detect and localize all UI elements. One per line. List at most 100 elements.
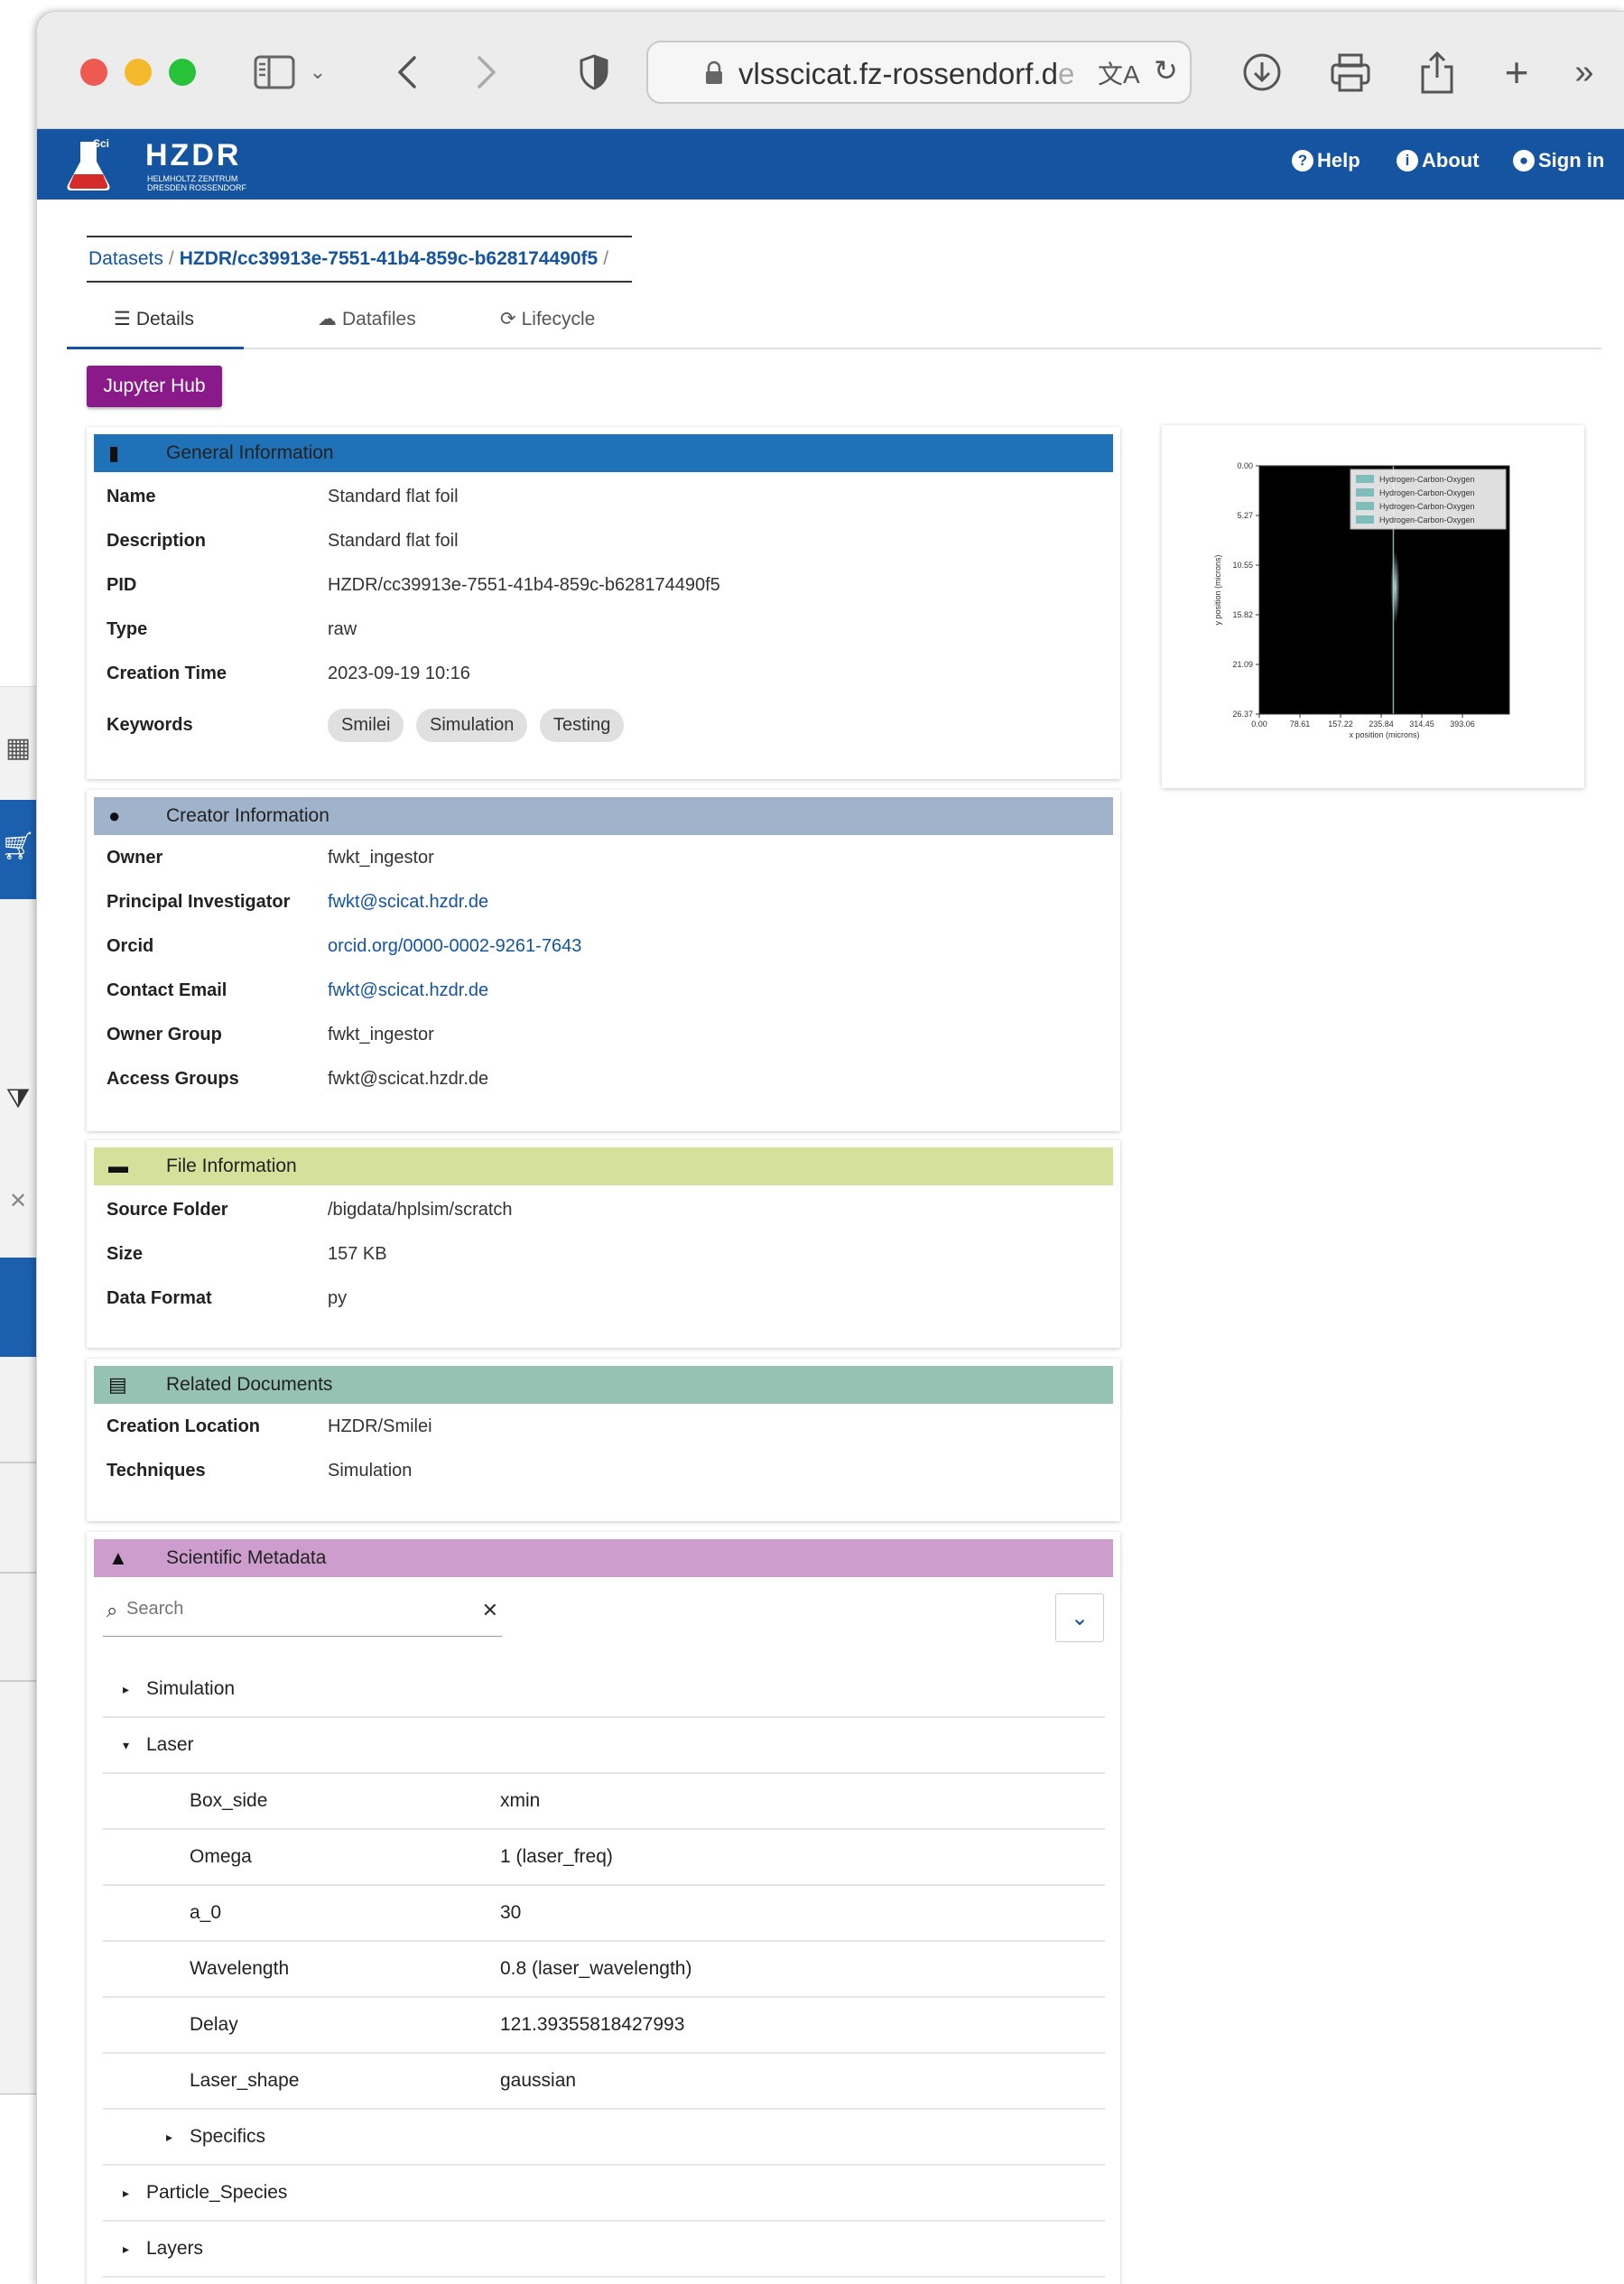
tab-datafiles[interactable]: ☁ Datafiles <box>318 308 416 330</box>
filter-icon: ⧩ <box>5 1084 31 1114</box>
tree-leaf-delay: Delay 121.39355818427993 <box>103 1998 1105 2054</box>
caret-right-icon: ▸ <box>166 2129 173 2144</box>
tab-details[interactable]: ☰ Details <box>114 308 194 330</box>
folder-icon: ▬ <box>108 1155 128 1177</box>
tree-node-specifics[interactable]: ▸ Specifics <box>103 2110 1105 2166</box>
creator-information-card: ● Creator Information Owner fwkt_ingestor … <box>87 790 1120 1131</box>
address-bar[interactable]: vlsscicat.fz-rossendorf.de 文A ↻ <box>646 41 1192 104</box>
x-tick-label: 157.22 <box>1328 720 1353 729</box>
document-icon: ▮ <box>108 441 120 464</box>
divider <box>0 1680 36 1682</box>
x-tick-label: 393.06 <box>1450 720 1475 729</box>
contact-email-link[interactable]: fwkt@scicat.hzdr.de <box>328 980 488 1001</box>
grid-icon: ▦ <box>5 733 32 763</box>
divider <box>0 1462 36 1463</box>
sign-in-link[interactable]: ● Sign in <box>1513 149 1604 172</box>
hzdr-logo-subtitle: HELMHOLTZ ZENTRUM DRESDEN ROSSENDORF <box>147 174 247 192</box>
scientific-metadata-card: ▲Scientific Metadata ⌕ ✕ ⌄ ▸Simulation ▾… <box>87 1532 1120 2284</box>
privacy-shield-icon[interactable] <box>573 48 615 97</box>
tree-node-layers[interactable]: ▸ Layers <box>103 2222 1105 2278</box>
help-link[interactable]: ? Help <box>1292 149 1360 172</box>
downloads-icon[interactable] <box>1238 48 1286 97</box>
tree-node-laser[interactable]: ▾ Laser <box>103 1718 1105 1774</box>
legend-label: Hydrogen-Carbon-Oxygen <box>1379 515 1475 525</box>
cloud-download-icon: ☁ <box>318 309 337 330</box>
caret-right-icon: ▸ <box>123 2185 130 2200</box>
y-tick-label: 26.37 <box>1232 710 1253 719</box>
help-icon: ? <box>1292 150 1313 172</box>
flask-icon: ▲ <box>108 1546 128 1569</box>
info-row-techniques: Techniques Simulation <box>107 1461 413 1481</box>
info-row-type: Type raw <box>107 619 357 639</box>
y-tick-label: 0.00 <box>1237 461 1253 470</box>
app-header: Sci HZDR HELMHOLTZ ZENTRUM DRESDEN ROSSEN… <box>37 129 1624 200</box>
legend-swatch <box>1356 488 1374 497</box>
creator-information-header: ● Creator Information <box>94 797 1113 835</box>
tree-node-simulation[interactable]: ▸ Simulation <box>103 1662 1105 1718</box>
print-icon[interactable] <box>1326 48 1375 97</box>
y-axis-label: y position (microns) <box>1213 554 1222 625</box>
tree-leaf-a0: a_0 30 <box>103 1886 1105 1942</box>
close-icon: ✕ <box>8 1189 28 1213</box>
breadcrumb: Datasets / HZDR/cc39913e-7551-41b4-859c-… <box>87 236 632 283</box>
tree-leaf-omega: Omega 1 (laser_freq) <box>103 1830 1105 1886</box>
tree-leaf-laser-shape: Laser_shape gaussian <box>103 2054 1105 2110</box>
search-icon: ⌕ <box>107 1599 118 1621</box>
person-icon: ● <box>108 804 121 827</box>
general-information-header: ▮ General Information <box>94 434 1113 472</box>
breadcrumb-separator: / <box>603 248 609 269</box>
chevron-down-icon[interactable]: ⌄ <box>304 48 331 97</box>
forward-icon[interactable] <box>469 48 505 97</box>
breadcrumb-datasets-link[interactable]: Datasets <box>88 248 163 270</box>
pi-email-link[interactable]: fwkt@scicat.hzdr.de <box>328 892 488 913</box>
keyword-chip[interactable]: Testing <box>539 709 625 742</box>
zoom-window-button[interactable] <box>169 59 196 86</box>
scicat-logo[interactable]: Sci <box>60 135 118 194</box>
breadcrumb-pid-link[interactable]: HZDR/cc39913e-7551-41b4-859c-b628174490f… <box>180 248 598 270</box>
legend-swatch <box>1356 502 1374 510</box>
overflow-icon[interactable]: » <box>1566 48 1602 97</box>
library-icon: ▤ <box>108 1373 127 1396</box>
dataset-thumbnail-card[interactable]: 0.00 78.61 157.22 235.84 314.45 393.06 0.00 5.2… <box>1162 425 1584 788</box>
tab-lifecycle[interactable]: ⟳ Lifecycle <box>500 308 595 330</box>
url-text: vlsscicat.fz-rossendorf.de <box>738 57 1075 90</box>
reload-icon[interactable]: ↻ <box>1154 53 1178 88</box>
orcid-link[interactable]: orcid.org/0000-0002-9261-7643 <box>328 936 581 957</box>
lock-icon <box>706 60 722 84</box>
legend-label: Hydrogen-Carbon-Oxygen <box>1379 502 1475 511</box>
about-link[interactable]: i About <box>1397 149 1480 172</box>
translate-icon[interactable]: 文A <box>1098 55 1140 91</box>
related-documents-header: ▤ Related Documents <box>94 1366 1113 1404</box>
file-information-card: ▬ File Information Source Folder/bigdata/… <box>87 1140 1120 1348</box>
info-row-access-groups: Access Groups fwkt@scicat.hzdr.de <box>107 1069 489 1089</box>
browser-toolbar: ⌄ vlsscicat.fz-rossendorf.de 文A ↻ + » <box>37 12 1624 129</box>
keyword-chip[interactable]: Simulation <box>416 709 528 742</box>
x-tick-label: 0.00 <box>1251 720 1267 729</box>
jupyter-hub-button[interactable]: Jupyter Hub <box>87 366 222 407</box>
tree-node-particle-species[interactable]: ▸ Particle_Species <box>103 2166 1105 2222</box>
info-row-source-folder: Source Folder/bigdata/hplsim/scratch <box>107 1200 513 1220</box>
caret-right-icon: ▸ <box>123 2241 130 2256</box>
expand-all-button[interactable]: ⌄ <box>1055 1593 1104 1642</box>
y-tick-label: 15.82 <box>1232 610 1253 619</box>
metadata-search-input[interactable] <box>126 1599 469 1620</box>
clear-search-icon[interactable]: ✕ <box>482 1599 498 1622</box>
metadata-search: ⌕ ✕ <box>103 1588 502 1637</box>
divider <box>0 1572 36 1574</box>
cart-icon: 🛒︎ <box>0 831 36 861</box>
minimize-window-button[interactable] <box>125 59 152 86</box>
share-icon[interactable] <box>1413 48 1462 97</box>
caret-right-icon: ▸ <box>123 1681 130 1696</box>
sync-icon: ⟳ <box>500 309 516 330</box>
sidebar-toggle-icon[interactable] <box>250 48 299 97</box>
background-window: ▦ 🛒︎ ⧩ ✕ <box>0 686 36 2094</box>
close-window-button[interactable] <box>80 59 107 86</box>
list-icon: ☰ <box>114 309 131 330</box>
dataset-tabs: ☰ Details ☁ Datafiles ⟳ Lifecycle <box>67 299 1601 349</box>
new-tab-icon[interactable]: + <box>1494 48 1539 97</box>
back-icon[interactable] <box>389 48 425 97</box>
hzdr-logo: HZDR <box>145 138 242 172</box>
svg-text:Sci: Sci <box>93 137 109 150</box>
keyword-chip[interactable]: Smilei <box>328 709 404 742</box>
info-row-name: Name Standard flat foil <box>107 487 459 506</box>
